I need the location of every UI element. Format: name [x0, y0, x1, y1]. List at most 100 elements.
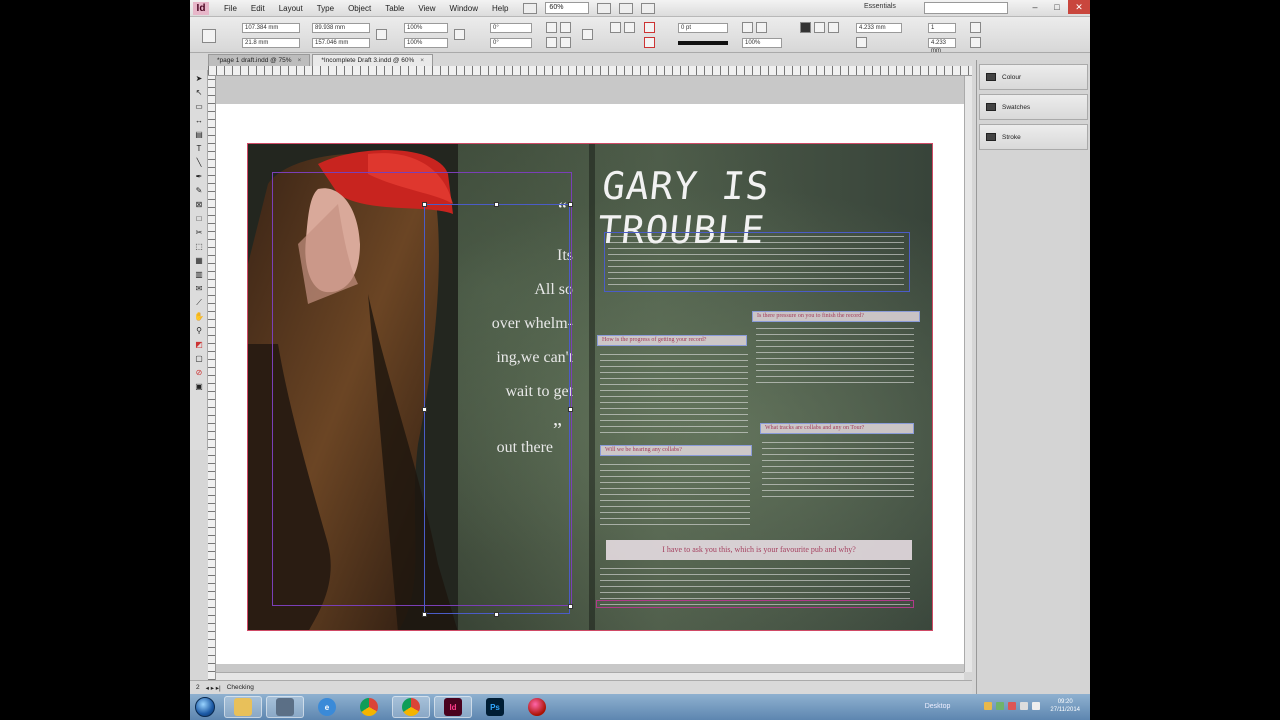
menu-object[interactable]: Object — [341, 4, 378, 13]
taskbar-explorer[interactable] — [224, 696, 262, 718]
maximize-button[interactable]: □ — [1046, 0, 1068, 14]
constrain-scale-icon[interactable] — [454, 29, 465, 40]
question-pill[interactable]: Is there pressure on you to finish the r… — [752, 311, 920, 322]
flip-horizontal-icon[interactable] — [546, 37, 557, 48]
text-wrap-icon[interactable] — [800, 22, 811, 33]
taskbar-chrome-1[interactable] — [350, 696, 388, 718]
zoom-level-field[interactable]: 60% — [545, 2, 590, 14]
tray-icon[interactable] — [984, 702, 993, 710]
stroke-weight-field[interactable]: 0 pt — [678, 23, 728, 33]
close-icon[interactable]: × — [420, 57, 424, 64]
selection-tool-icon[interactable]: ➤ — [193, 73, 205, 84]
flip-vertical-icon[interactable] — [560, 37, 571, 48]
scissors-icon[interactable]: ✂ — [193, 227, 205, 238]
columns-field[interactable]: 1 — [928, 23, 956, 33]
panel-swatches[interactable]: Swatches — [979, 94, 1088, 120]
page-number-field[interactable]: 2 — [196, 684, 200, 691]
answer-text-block[interactable] — [756, 328, 914, 386]
height-field[interactable]: 157.046 mm — [312, 38, 370, 48]
rectangle-tool-icon[interactable]: □ — [193, 213, 205, 224]
stroke-type-selector[interactable] — [678, 41, 728, 45]
scale-x-field[interactable]: 100% — [404, 23, 448, 33]
pencil-tool-icon[interactable]: ✎ — [193, 185, 205, 196]
menu-view[interactable]: View — [411, 4, 442, 13]
pen-tool-icon[interactable]: ✒ — [193, 171, 205, 182]
corner-size-field[interactable]: 4.233 mm — [856, 23, 902, 33]
bridge-icon[interactable] — [523, 2, 538, 14]
question-pill[interactable]: Will we be hearing any collabs? — [600, 445, 752, 456]
start-button[interactable] — [190, 695, 220, 719]
select-container-icon[interactable] — [582, 29, 593, 40]
resize-handle[interactable] — [568, 202, 573, 207]
gutter-field[interactable]: 4.233 mm — [928, 38, 956, 54]
gradient-feather-icon[interactable]: ▥ — [193, 269, 205, 280]
menu-file[interactable]: File — [217, 4, 244, 13]
screen-mode-icon[interactable] — [619, 2, 634, 14]
x-position-field[interactable]: 107.384 mm — [242, 23, 300, 33]
menu-edit[interactable]: Edit — [244, 4, 272, 13]
gap-tool-icon[interactable]: ↔ — [193, 115, 205, 126]
clock[interactable]: 09:20 27/11/2014 — [1050, 698, 1080, 714]
resize-handle[interactable] — [422, 612, 427, 617]
tray-icon[interactable] — [996, 702, 1005, 710]
formatting-affects-icon[interactable]: ▢ — [193, 353, 205, 364]
selected-frame-outline[interactable] — [424, 204, 570, 614]
horizontal-ruler[interactable] — [208, 66, 972, 76]
corner-shape-icon[interactable] — [856, 37, 867, 48]
eyedropper-icon[interactable]: ⟋ — [193, 297, 205, 308]
tray-icon[interactable] — [1008, 702, 1017, 710]
resize-handle[interactable] — [422, 202, 427, 207]
taskbar-other[interactable] — [518, 696, 556, 718]
stroke-swatch-icon[interactable] — [644, 37, 655, 48]
panel-colour[interactable]: Colour — [979, 64, 1088, 90]
direct-selection-icon[interactable]: ↖ — [193, 87, 205, 98]
tab-incomplete-draft-3[interactable]: *Incomplete Draft 3.indd @ 60% × — [312, 54, 434, 66]
rotate-cw-icon[interactable] — [546, 22, 557, 33]
answer-text-block[interactable] — [600, 462, 750, 528]
magazine-spread[interactable]: “ Its All so over whelm- ing,we can't wa… — [247, 143, 933, 631]
resize-handle[interactable] — [568, 604, 573, 609]
menu-table[interactable]: Table — [378, 4, 411, 13]
width-field[interactable]: 89.938 mm — [312, 23, 370, 33]
text-wrap-jump-icon[interactable] — [828, 22, 839, 33]
opacity-field[interactable]: 100% — [742, 38, 782, 48]
fill-swatch-icon[interactable] — [644, 22, 655, 33]
question-pill[interactable]: How is the progress of getting your reco… — [597, 335, 747, 346]
note-tool-icon[interactable]: ✉ — [193, 283, 205, 294]
tab-page-1-draft[interactable]: *page 1 draft.indd @ 75% × — [208, 54, 311, 66]
scale-y-field[interactable]: 100% — [404, 38, 448, 48]
answer-text-block[interactable] — [762, 440, 914, 500]
close-icon[interactable]: × — [298, 57, 302, 64]
taskbar-ie[interactable]: e — [308, 696, 346, 718]
content-collector-icon[interactable]: ▤ — [193, 129, 205, 140]
constrain-proportions-icon[interactable] — [376, 29, 387, 40]
rectangle-frame-icon[interactable]: ⊠ — [193, 199, 205, 210]
minimize-button[interactable]: – — [1024, 0, 1046, 14]
preflight-status[interactable]: Checking — [227, 684, 254, 691]
vertical-ruler[interactable] — [208, 76, 216, 680]
fit-content-icon[interactable] — [756, 22, 767, 33]
help-search-input[interactable] — [924, 2, 1008, 14]
hand-tool-icon[interactable]: ✋ — [193, 311, 205, 322]
y-position-field[interactable]: 21.8 mm — [242, 38, 300, 48]
resize-handle[interactable] — [568, 407, 573, 412]
panel-stroke[interactable]: Stroke — [979, 124, 1088, 150]
screen-mode-icon[interactable]: ▣ — [193, 381, 205, 392]
menu-help[interactable]: Help — [485, 4, 515, 13]
menu-layout[interactable]: Layout — [272, 4, 310, 13]
type-tool-icon[interactable]: T — [193, 143, 205, 154]
page-nav-icon[interactable]: ◂ ▸ ▸| — [206, 684, 221, 692]
zoom-tool-icon[interactable]: ⚲ — [193, 325, 205, 336]
shear-field[interactable]: 0° — [490, 38, 532, 48]
auto-fit-icon[interactable] — [970, 22, 981, 33]
select-next-icon[interactable] — [624, 22, 635, 33]
menu-window[interactable]: Window — [443, 4, 485, 13]
resize-handle[interactable] — [494, 612, 499, 617]
taskbar-chrome-2[interactable] — [392, 696, 430, 718]
arrange-documents-icon[interactable] — [641, 2, 656, 14]
page-tool-icon[interactable]: ▭ — [193, 101, 205, 112]
text-wrap-around-icon[interactable] — [814, 22, 825, 33]
taskbar-indesign[interactable]: Id — [434, 696, 472, 718]
fill-stroke-icon[interactable]: ◩ — [193, 339, 205, 350]
rotate-ccw-icon[interactable] — [560, 22, 571, 33]
